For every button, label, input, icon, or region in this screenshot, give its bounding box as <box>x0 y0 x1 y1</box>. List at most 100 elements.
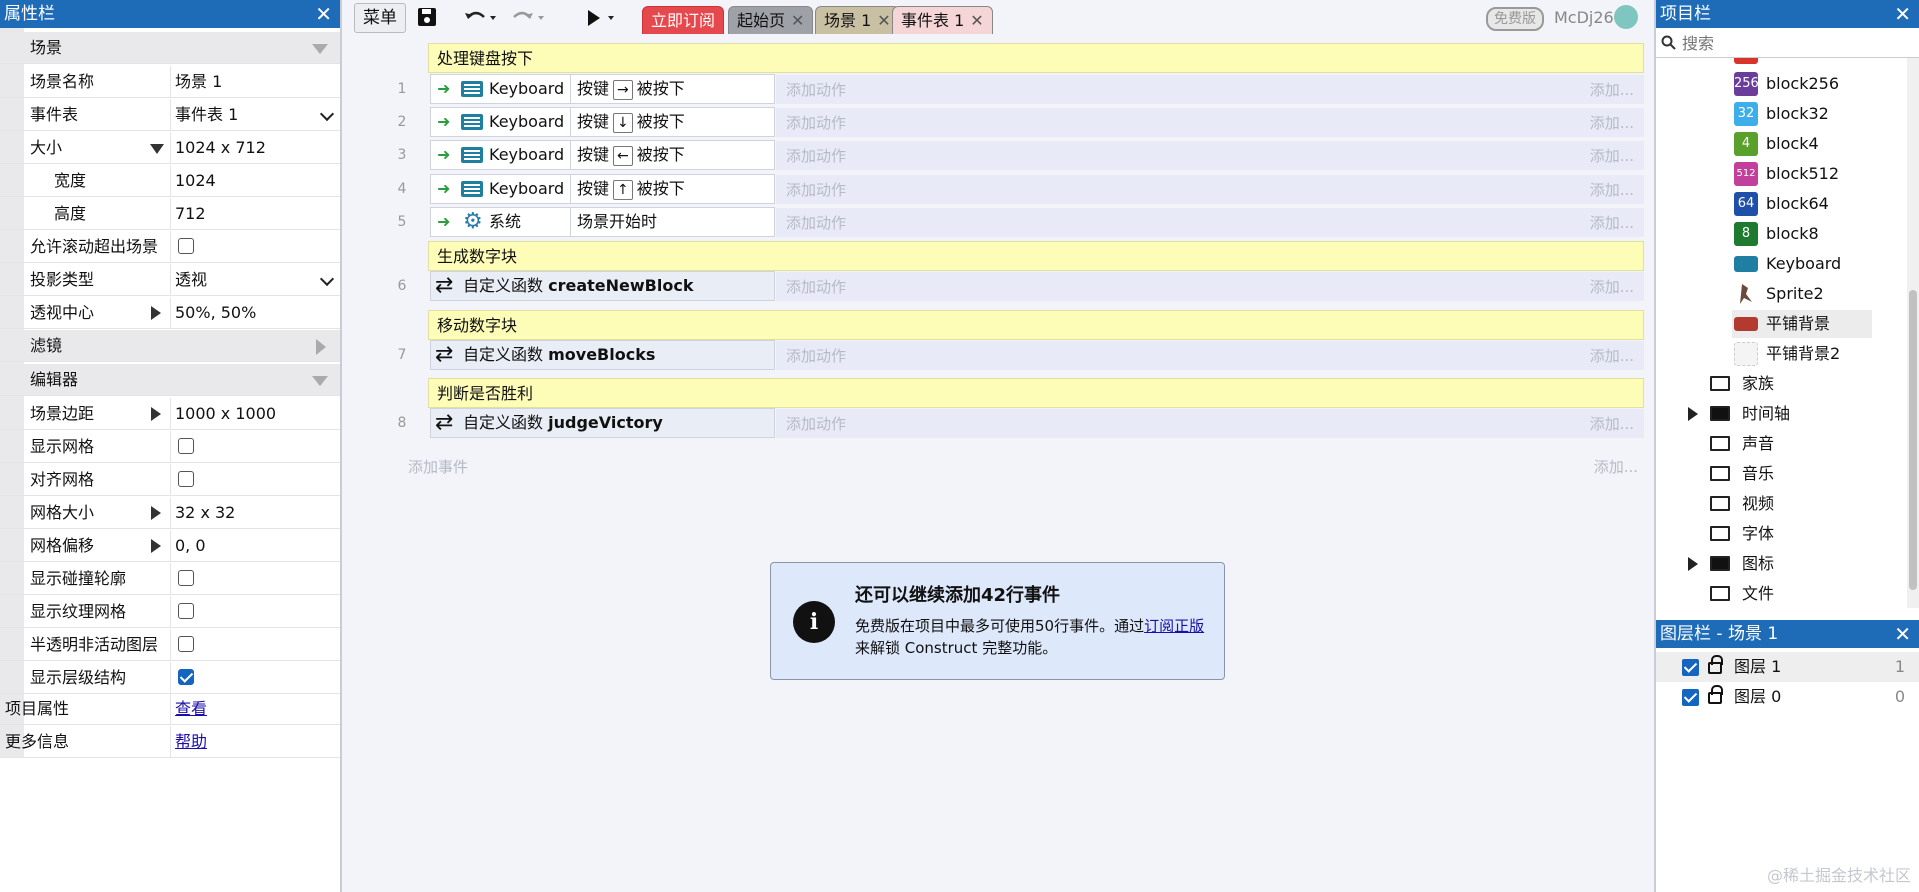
snap-grid-checkbox[interactable] <box>178 471 194 487</box>
layer-visible-checkbox[interactable] <box>1682 659 1699 676</box>
condition-key-down[interactable]: ➜ Keyboard 按键 ↓ 被按下 <box>430 107 775 137</box>
help-link[interactable]: 帮助 <box>175 726 207 757</box>
lock-icon[interactable] <box>1708 655 1723 674</box>
add-action-link[interactable]: 添加动作 <box>786 81 846 99</box>
event-group-victory[interactable]: 判断是否胜利 <box>428 378 1644 408</box>
condition-on-start[interactable]: ➜ ⚙ 系统 场景开始时 <box>430 207 775 237</box>
grid-size-field[interactable]: 32 x 32 <box>175 497 235 528</box>
add-more-link[interactable]: 添加... <box>1590 341 1634 371</box>
category-scene[interactable]: 场景 <box>0 32 340 64</box>
expand-arrow-icon[interactable] <box>1688 557 1698 571</box>
projection-select[interactable]: 透视 <box>175 264 207 295</box>
show-texture-checkbox[interactable] <box>178 603 194 619</box>
search-box[interactable] <box>1656 28 1919 58</box>
expand-arrow-icon[interactable] <box>150 144 164 154</box>
add-action-row[interactable]: 添加动作 添加... <box>776 271 1644 301</box>
function-move-blocks[interactable]: ⇄ 自定义函数 moveBlocks <box>430 340 775 370</box>
add-action-row[interactable]: 添加动作 添加... <box>776 140 1644 170</box>
condition-key-left[interactable]: ➜ Keyboard 按键 ← 被按下 <box>430 140 775 170</box>
layer-row[interactable]: 图层 0 0 <box>1656 682 1919 712</box>
add-more-link[interactable]: 添加... <box>1594 456 1638 477</box>
function-create-new-block[interactable]: ⇄ 自定义函数 createNewBlock <box>430 271 775 301</box>
condition-key-right[interactable]: ➜ Keyboard 按键 → 被按下 <box>430 74 775 104</box>
subscribe-link[interactable]: 订阅 <box>1144 617 1174 635</box>
scene-margin-field[interactable]: 1000 x 1000 <box>175 398 276 429</box>
add-action-link[interactable]: 添加动作 <box>786 214 846 232</box>
add-more-link[interactable]: 添加... <box>1590 272 1634 302</box>
vanishing-point-field[interactable]: 50%, 50% <box>175 297 256 328</box>
close-icon[interactable]: ✕ <box>877 11 890 30</box>
save-button[interactable] <box>416 3 442 31</box>
chevron-down-icon[interactable] <box>319 271 335 287</box>
event-group-keyboard[interactable]: 处理键盘按下 <box>428 43 1644 73</box>
expand-arrow-icon[interactable] <box>151 306 161 320</box>
scrollbar-thumb[interactable] <box>1909 290 1917 590</box>
scene-name-field[interactable]: 场景 1 <box>175 66 222 97</box>
expand-arrow-icon[interactable] <box>1688 407 1698 421</box>
grid-offset-field[interactable]: 0, 0 <box>175 530 206 561</box>
project-scrollbar[interactable] <box>1907 58 1919 608</box>
search-input[interactable] <box>1680 31 1904 55</box>
add-more-link[interactable]: 添加... <box>1590 108 1634 138</box>
tab-scene-1[interactable]: 场景 1 ✕ <box>815 6 900 34</box>
undo-button[interactable] <box>462 3 502 31</box>
expand-arrow-icon[interactable] <box>151 506 161 520</box>
expand-arrow-icon[interactable] <box>151 539 161 553</box>
add-more-link[interactable]: 添加... <box>1590 175 1634 205</box>
event-sheet-select[interactable]: 事件表 1 <box>175 99 238 130</box>
add-action-row[interactable]: 添加动作 添加... <box>776 174 1644 204</box>
add-action-link[interactable]: 添加动作 <box>786 114 846 132</box>
add-action-row[interactable]: 添加动作 添加... <box>776 107 1644 137</box>
add-more-link[interactable]: 添加... <box>1590 409 1634 439</box>
category-filter[interactable]: 滤镜 <box>0 330 340 362</box>
add-action-link[interactable]: 添加动作 <box>786 347 846 365</box>
allow-scroll-checkbox[interactable] <box>178 238 194 254</box>
add-action-row[interactable]: 添加动作 添加... <box>776 207 1644 237</box>
preview-button[interactable] <box>582 3 622 31</box>
add-action-link[interactable]: 添加动作 <box>786 415 846 433</box>
size-field[interactable]: 1024 x 712 <box>175 132 266 163</box>
condition-key-up[interactable]: ➜ Keyboard 按键 ↑ 被按下 <box>430 174 775 204</box>
layer-row[interactable]: 图层 1 1 <box>1656 652 1919 682</box>
add-more-link[interactable]: 添加... <box>1590 141 1634 171</box>
chevron-down-icon[interactable] <box>319 106 335 122</box>
redo-button[interactable] <box>510 3 550 31</box>
tab-subscribe[interactable]: 立即订阅 <box>642 6 725 34</box>
tab-event-sheet-1[interactable]: 事件表 1 ✕ <box>892 6 993 34</box>
category-editor[interactable]: 编辑器 <box>0 364 340 396</box>
collapse-arrow-icon[interactable] <box>312 44 328 54</box>
lock-icon[interactable] <box>1708 685 1723 704</box>
add-action-link[interactable]: 添加动作 <box>786 147 846 165</box>
layer-visible-checkbox[interactable] <box>1682 689 1699 706</box>
close-icon[interactable]: ✕ <box>791 11 804 30</box>
show-grid-checkbox[interactable] <box>178 438 194 454</box>
function-judge-victory[interactable]: ⇄ 自定义函数 judgeVictory <box>430 408 775 438</box>
add-more-link[interactable]: 添加... <box>1590 75 1634 105</box>
view-link[interactable]: 查看 <box>175 693 207 724</box>
add-action-row[interactable]: 添加动作 添加... <box>776 340 1644 370</box>
add-action-row[interactable]: 添加动作 添加... <box>776 74 1644 104</box>
tree-item-tiled-bg[interactable]: 平铺背景 <box>1732 310 1872 338</box>
show-hierarchy-checkbox[interactable] <box>178 669 194 685</box>
collapse-arrow-icon[interactable] <box>312 376 328 386</box>
translucent-checkbox[interactable] <box>178 636 194 652</box>
genuine-link[interactable]: 正版 <box>1174 617 1204 635</box>
add-more-link[interactable]: 添加... <box>1590 208 1634 238</box>
close-icon[interactable]: ✕ <box>1894 620 1911 648</box>
close-icon[interactable]: ✕ <box>970 11 983 30</box>
expand-arrow-icon[interactable] <box>151 407 161 421</box>
event-group-spawn[interactable]: 生成数字块 <box>428 241 1644 271</box>
expand-arrow-icon[interactable] <box>316 339 326 355</box>
avatar[interactable] <box>1614 5 1638 29</box>
tab-start-page[interactable]: 起始页 ✕ <box>728 6 814 34</box>
add-action-link[interactable]: 添加动作 <box>786 181 846 199</box>
add-action-row[interactable]: 添加动作 添加... <box>776 408 1644 438</box>
event-group-move[interactable]: 移动数字块 <box>428 310 1644 340</box>
height-field[interactable]: 712 <box>175 198 206 229</box>
show-collision-checkbox[interactable] <box>178 570 194 586</box>
menu-button[interactable]: 菜单 <box>354 3 406 33</box>
close-icon[interactable]: ✕ <box>315 0 332 28</box>
width-field[interactable]: 1024 <box>175 165 216 196</box>
add-action-link[interactable]: 添加动作 <box>786 278 846 296</box>
close-icon[interactable]: ✕ <box>1894 0 1911 28</box>
